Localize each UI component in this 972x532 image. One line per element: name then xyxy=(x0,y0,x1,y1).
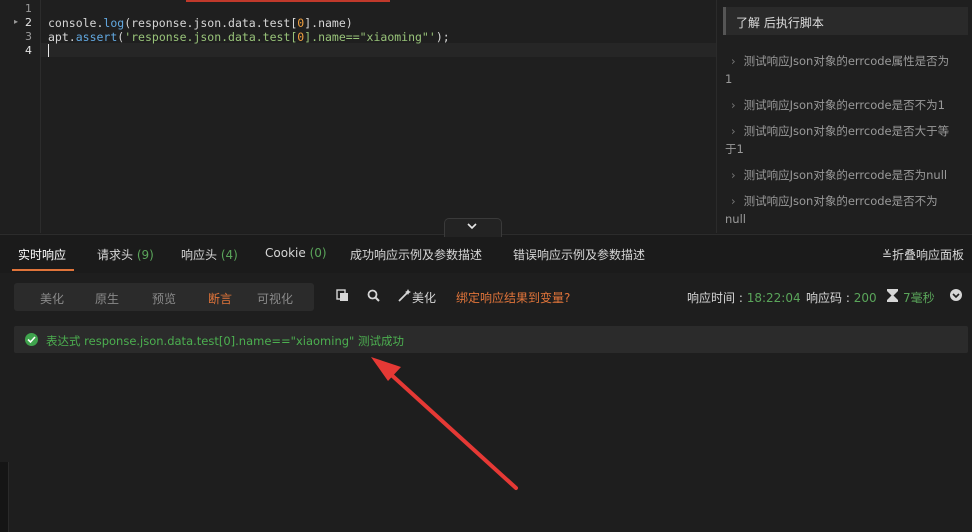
tab-count: (9) xyxy=(136,248,154,262)
response-duration: 7毫秒 xyxy=(903,289,935,306)
line-gutter: 1 ▸ 2 3 4 xyxy=(0,0,41,233)
snippet-label: 测试响应Json对象的errcode属性是否为 xyxy=(743,54,950,68)
tab-count: (4) xyxy=(220,248,238,262)
snippet-item[interactable]: › 测试响应Json对象的errcode是否不为 null xyxy=(725,192,969,228)
line-number: 1 xyxy=(25,2,32,15)
snippet-label: 测试响应Json对象的errcode是否大于等 xyxy=(743,124,950,138)
response-code-label: 响应码 : xyxy=(806,291,854,305)
tab-success-example[interactable]: 成功响应示例及参数描述 xyxy=(350,246,482,263)
line-number: 2 xyxy=(25,16,32,29)
hourglass-icon xyxy=(887,289,898,302)
tab-label: 成功响应示例及参数描述 xyxy=(350,248,483,262)
tab-cookie[interactable]: Cookie (0) xyxy=(265,246,327,260)
tab-label: 请求头 xyxy=(97,248,134,262)
response-time: 响应时间 : 18:22:04 xyxy=(687,289,801,306)
tab-error-example[interactable]: 错误响应示例及参数描述 xyxy=(513,246,645,263)
snippet-item[interactable]: › 测试响应Json对象的errcode是否不为1 xyxy=(725,96,969,114)
view-mode-beautify[interactable]: 美化 xyxy=(40,290,64,307)
line-number: 3 xyxy=(25,30,32,43)
code-line-1[interactable]: console.log(response.json.data.test[0].n… xyxy=(48,16,353,30)
magic-wand-icon xyxy=(398,289,411,302)
response-code-value: 200 xyxy=(853,291,877,305)
token: ' xyxy=(428,30,436,44)
tab-label: 错误响应示例及参数描述 xyxy=(513,248,646,262)
snippet-label: 测试响应Json对象的errcode是否不为 xyxy=(743,194,938,208)
download-icon[interactable] xyxy=(950,289,962,301)
search-icon[interactable] xyxy=(367,289,380,302)
tab-label: 实时响应 xyxy=(18,248,67,262)
snippet-item[interactable]: › 测试响应Json对象的errcode是否大于等于1 xyxy=(725,122,969,158)
token: console xyxy=(48,16,97,30)
chevron-right-icon: › xyxy=(731,54,736,68)
token: ].name== xyxy=(304,30,360,44)
assertion-message: 表达式 response.json.data.test[0].name=="xi… xyxy=(46,334,404,348)
fold-arrow-icon[interactable]: ▸ xyxy=(14,17,18,26)
chevron-right-icon: › xyxy=(731,98,736,112)
current-line-highlight xyxy=(41,43,716,57)
beautify-button[interactable]: 美化 xyxy=(412,289,436,306)
line-number: 4 xyxy=(25,44,32,57)
snippet-label: 测试响应Json对象的errcode是否不为1 xyxy=(743,98,945,112)
assertion-result-row: 表达式 response.json.data.test[0].name=="xi… xyxy=(14,326,968,353)
snippet-label: 测试响应Json对象的errcode是否为null xyxy=(743,168,948,182)
active-tab-accent xyxy=(186,0,390,2)
response-tabs: 实时响应 请求头 (9) 响应头 (4) Cookie (0) 成功响应示例及参… xyxy=(0,234,972,274)
response-code: 响应码 : 200 xyxy=(806,289,877,306)
chevron-down-icon xyxy=(467,223,477,230)
view-mode-assert[interactable]: 断言 xyxy=(208,290,232,307)
chevron-right-icon: › xyxy=(731,124,736,138)
tab-count: (0) xyxy=(309,246,327,260)
response-toolbar: 美化 原生 预览 断言 可视化 美化 绑定响应结果到变量? 响应时间 : 18:… xyxy=(0,273,972,323)
view-mode-raw[interactable]: 原生 xyxy=(95,290,119,307)
token: (response.json.data.test[ xyxy=(124,16,298,30)
tab-label: 响应头 xyxy=(181,248,218,262)
left-edge-panel xyxy=(0,462,9,532)
code-editor[interactable]: 1 ▸ 2 3 4 console.log(response.json.data… xyxy=(0,0,716,233)
tab-label: Cookie xyxy=(265,246,306,260)
token: assert xyxy=(75,30,118,44)
token: "xiaoming" xyxy=(359,30,429,44)
tab-request-headers[interactable]: 请求头 (9) xyxy=(97,246,154,263)
response-time-value: 18:22:04 xyxy=(746,291,801,305)
token: ].name) xyxy=(304,16,353,30)
snippets-title: 了解 后执行脚本 xyxy=(736,16,824,30)
token: apt xyxy=(48,30,69,44)
double-chevron-down-icon: ≚ xyxy=(881,248,892,262)
check-circle-icon xyxy=(25,333,38,346)
token: . xyxy=(68,30,76,44)
snippet-item[interactable]: › 测试响应Json对象的errcode是否为null xyxy=(725,166,969,184)
response-duration-value: 7毫秒 xyxy=(903,291,935,305)
snippets-header[interactable]: 了解 后执行脚本 xyxy=(723,7,968,35)
snippet-label-cont: null xyxy=(725,212,746,226)
active-tab-indicator xyxy=(12,269,74,271)
fold-response-panel-button[interactable]: ≚折叠响应面板 xyxy=(882,246,964,263)
bind-response-to-variable-link[interactable]: 绑定响应结果到变量? xyxy=(456,289,570,306)
view-mode-switcher: 美化 原生 预览 断言 可视化 xyxy=(14,283,314,311)
token: 'response.json.data.test[ xyxy=(124,30,298,44)
script-snippets-panel: 了解 后执行脚本 › 测试响应Json对象的errcode属性是否为 1 › 测试响应… xyxy=(716,0,972,233)
text-cursor xyxy=(48,44,49,57)
token: ); xyxy=(435,30,450,44)
fold-label: 折叠响应面板 xyxy=(891,248,964,262)
code-line-2[interactable]: apt.assert('response.json.data.test[0].n… xyxy=(48,30,450,44)
view-mode-visualize[interactable]: 可视化 xyxy=(257,290,293,307)
tab-response-headers[interactable]: 响应头 (4) xyxy=(181,246,238,263)
collapse-editor-toggle[interactable] xyxy=(444,218,502,237)
snippet-item[interactable]: › 测试响应Json对象的errcode属性是否为 1 xyxy=(725,52,969,88)
tab-realtime-response[interactable]: 实时响应 xyxy=(18,246,66,263)
response-time-label: 响应时间 : xyxy=(687,291,747,305)
token: log xyxy=(103,16,125,30)
snippet-label-cont: 1 xyxy=(725,72,733,86)
chevron-right-icon: › xyxy=(731,168,736,182)
chevron-right-icon: › xyxy=(731,194,736,208)
view-mode-preview[interactable]: 预览 xyxy=(152,290,176,307)
copy-icon[interactable] xyxy=(336,289,349,302)
snippet-label-cont: 于1 xyxy=(725,142,744,156)
